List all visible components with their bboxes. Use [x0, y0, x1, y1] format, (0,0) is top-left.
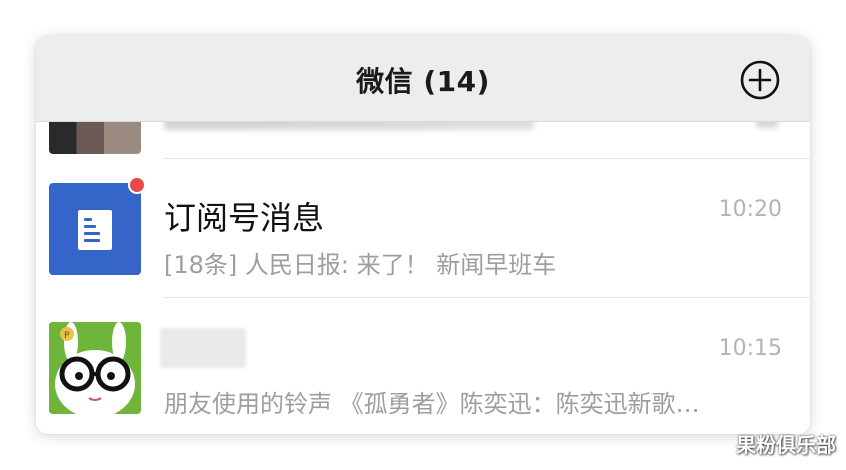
add-button[interactable]: [740, 60, 780, 100]
obscured-time: [756, 122, 778, 128]
chat-preview: 朋友使用的铃声 《孤勇者》陈奕迅：陈奕迅新歌…: [164, 390, 700, 418]
avatar: [49, 183, 141, 275]
wechat-chat-list-card: 微信 (14) 订阅号消息 10:20 [18条] 人民日报: 来了！ 新闻早班…: [36, 36, 810, 434]
chat-time: 10:15: [718, 336, 782, 361]
chat-preview: [18条] 人民日报: 来了！ 新闻早班车: [164, 251, 557, 279]
avatar: P: [49, 322, 141, 414]
page-title: 微信 (14): [356, 65, 490, 98]
bunny-glasses-icon: P: [49, 322, 141, 414]
chat-title: 订阅号消息: [164, 199, 325, 237]
svg-text:P: P: [64, 331, 70, 341]
chat-row-contact[interactable]: P 10:15 朋友使用的铃声 《孤勇者》陈奕迅：陈奕迅新歌…: [36, 298, 810, 434]
unread-badge: [128, 176, 146, 194]
chat-title-obscured: [160, 328, 246, 368]
watermark: 果粉俱乐部: [736, 433, 836, 457]
subscription-document-icon: [78, 210, 112, 250]
plus-circle-icon: [740, 60, 780, 100]
obscured-preview: [164, 122, 534, 130]
header-bar: 微信 (14): [36, 36, 810, 122]
chat-row-subscriptions[interactable]: 订阅号消息 10:20 [18条] 人民日报: 来了！ 新闻早班车: [36, 159, 810, 297]
chat-time: 10:20: [718, 197, 782, 222]
avatar: [49, 122, 141, 154]
partial-chat-row[interactable]: [36, 122, 810, 158]
